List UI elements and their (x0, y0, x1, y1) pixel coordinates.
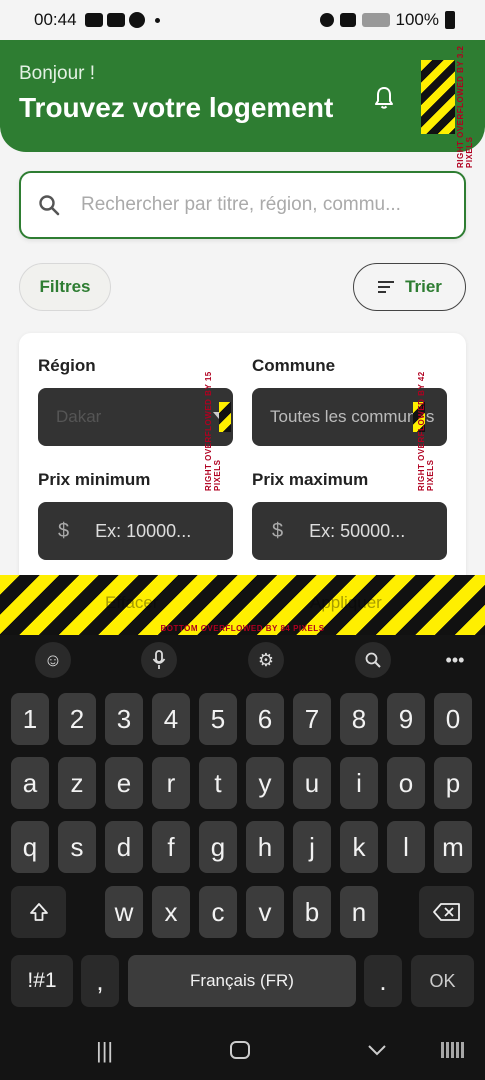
signal-icon (361, 13, 390, 27)
key[interactable]: p (434, 757, 472, 809)
more-notifications-dot-icon (154, 17, 160, 23)
recent-apps-icon[interactable]: ||| (96, 1038, 113, 1064)
key[interactable]: 2 (58, 693, 96, 745)
prix-max-placeholder: Ex: 50000... (309, 520, 406, 541)
key[interactable]: r (152, 757, 190, 809)
home-icon[interactable] (230, 1041, 250, 1059)
key[interactable]: 1 (11, 693, 49, 745)
key[interactable]: c (199, 886, 237, 938)
appliquer-button[interactable]: Appliquer (310, 593, 382, 613)
ok-key[interactable]: OK (411, 955, 474, 1007)
key[interactable]: f (152, 821, 190, 873)
microphone-icon[interactable] (141, 642, 177, 678)
key[interactable]: q (11, 821, 49, 873)
keyboard-search-icon[interactable] (355, 642, 391, 678)
prix-min-placeholder: Ex: 10000... (95, 520, 192, 541)
symbols-key[interactable]: !#1 (11, 955, 73, 1007)
app-header: Bonjour ! Trouvez votre logement (0, 40, 485, 152)
period-key[interactable]: . (364, 955, 402, 1007)
key[interactable]: z (58, 757, 96, 809)
settings-gear-icon[interactable]: ⚙ (248, 642, 284, 678)
alarm-icon (319, 13, 334, 27)
wifi-icon (339, 13, 356, 27)
shift-key-icon[interactable] (11, 886, 66, 938)
key[interactable]: j (293, 821, 331, 873)
notification-icons (84, 12, 160, 28)
key[interactable]: y (246, 757, 284, 809)
region-label: Région (38, 356, 96, 375)
key[interactable]: h (246, 821, 284, 873)
comma-key[interactable]: , (81, 955, 119, 1007)
effacer-button[interactable]: Effacer (105, 593, 159, 613)
key[interactable]: m (434, 821, 472, 873)
battery-icon (445, 11, 455, 29)
key[interactable]: d (105, 821, 143, 873)
gmail-icon (106, 13, 125, 27)
dollar-icon: $ (58, 519, 70, 542)
prix-min-label: Prix minimum (38, 470, 151, 489)
key[interactable]: x (152, 886, 190, 938)
space-key[interactable]: Français (FR) (128, 955, 356, 1007)
overflow-label-bottom: BOTTOM OVERFLOWED BY 84 PIXELS (160, 624, 325, 633)
key[interactable]: v (246, 886, 284, 938)
trier-label: Trier (405, 277, 442, 296)
overflow-indicator-header (421, 60, 455, 134)
youtube-icon (84, 13, 103, 27)
trier-button[interactable]: Trier (353, 263, 466, 311)
on-screen-keyboard: ☺ ⚙ ••• 1 2 3 4 5 6 7 8 9 0 a z e r t y … (0, 635, 485, 1080)
key[interactable]: 5 (199, 693, 237, 745)
overflow-label-header: RIGHT OVERFLOWED BY 3.2 PIXELS (456, 45, 474, 168)
emoji-icon[interactable]: ☺ (35, 642, 71, 678)
commune-value: Toutes les communes (270, 407, 435, 426)
key[interactable]: b (293, 886, 331, 938)
backspace-key-icon[interactable] (419, 886, 474, 938)
key[interactable]: t (199, 757, 237, 809)
key[interactable]: 8 (340, 693, 378, 745)
key[interactable]: e (105, 757, 143, 809)
prix-max-input[interactable]: $ Ex: 50000... (252, 502, 447, 560)
status-bar: 00:44 100% (0, 0, 485, 40)
status-right: 100% (319, 10, 455, 30)
search-icon (39, 195, 60, 216)
key[interactable]: g (199, 821, 237, 873)
key[interactable]: u (293, 757, 331, 809)
key[interactable]: 3 (105, 693, 143, 745)
key[interactable]: l (387, 821, 425, 873)
overflow-label-region: RIGHT OVERFLOWED BY 15 PIXELS (204, 371, 222, 491)
key[interactable]: n (340, 886, 378, 938)
page-title: Trouvez votre logement (19, 92, 334, 123)
key[interactable]: k (340, 821, 378, 873)
system-navigation-bar: ||| (0, 1020, 485, 1080)
keyboard-switch-icon[interactable] (441, 1042, 465, 1058)
search-input[interactable] (81, 194, 464, 216)
key[interactable]: s (58, 821, 96, 873)
bell-icon[interactable] (372, 85, 396, 111)
key[interactable]: 7 (293, 693, 331, 745)
search-bar[interactable] (19, 171, 466, 239)
app-notification-icon (128, 12, 145, 28)
region-value: Dakar (56, 407, 102, 426)
key[interactable]: 6 (246, 693, 284, 745)
key[interactable]: 0 (434, 693, 472, 745)
greeting-text: Bonjour ! (19, 63, 96, 84)
key[interactable]: a (11, 757, 49, 809)
keyboard-toolbar: ☺ ⚙ ••• (0, 635, 485, 685)
hide-keyboard-icon[interactable] (367, 1036, 387, 1062)
overflow-label-commune: RIGHT OVERFLOWED BY 42 PIXELS (417, 371, 435, 491)
prix-min-input[interactable]: $ Ex: 10000... (38, 502, 233, 560)
filtres-chip[interactable]: Filtres (19, 263, 111, 311)
commune-label: Commune (252, 356, 336, 375)
dollar-icon: $ (272, 519, 284, 542)
key[interactable]: i (340, 757, 378, 809)
more-options-icon[interactable]: ••• (437, 642, 473, 678)
key[interactable]: 9 (387, 693, 425, 745)
key[interactable]: 4 (152, 693, 190, 745)
prix-max-label: Prix maximum (252, 470, 369, 489)
key[interactable]: o (387, 757, 425, 809)
key[interactable]: w (105, 886, 143, 938)
sort-icon (378, 281, 395, 293)
status-time: 00:44 (34, 10, 77, 29)
battery-percent: 100% (395, 10, 439, 29)
